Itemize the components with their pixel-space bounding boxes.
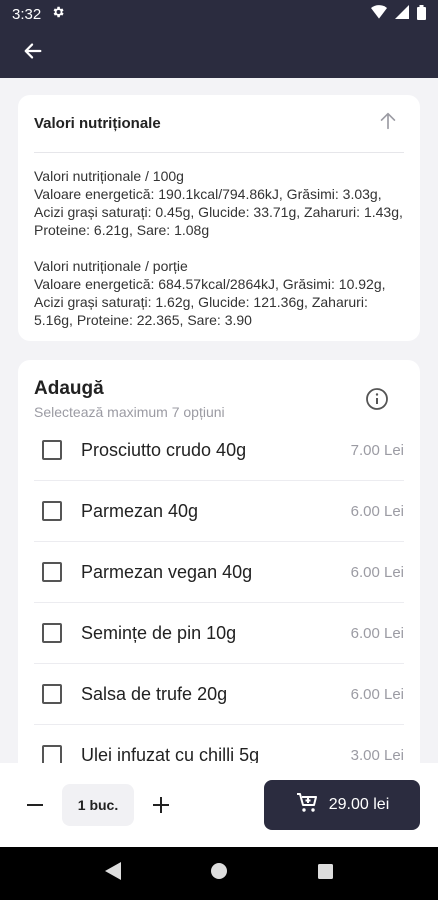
option-checkbox[interactable] — [42, 684, 62, 704]
quantity-value: 1 buc. — [62, 784, 134, 826]
option-label: Parmezan vegan 40g — [81, 561, 253, 582]
nav-recents-button[interactable] — [317, 863, 333, 884]
option-price: 6.00 Lei — [350, 563, 404, 581]
arrow-left-icon — [22, 40, 44, 67]
nutrition-card: Valori nutriționale Valori nutriționale … — [18, 95, 420, 341]
status-time: 3:32 — [12, 5, 42, 23]
info-button[interactable] — [364, 386, 390, 412]
option-label: Prosciutto crudo 40g — [81, 439, 247, 460]
option-checkbox[interactable] — [42, 501, 62, 521]
option-price: 7.00 Lei — [350, 441, 404, 459]
option-row[interactable]: Ulei infuzat cu chilli 5g 3.00 Lei — [34, 725, 404, 763]
back-button[interactable] — [18, 38, 48, 68]
option-checkbox[interactable] — [42, 440, 62, 460]
system-nav-bar — [0, 847, 438, 900]
nutrition-per-portion-title: Valori nutriționale / porție — [34, 258, 188, 274]
plus-icon — [152, 790, 170, 821]
scroll-content[interactable]: Valori nutriționale Valori nutriționale … — [0, 78, 438, 763]
option-price: 6.00 Lei — [350, 624, 404, 642]
wifi-icon — [371, 5, 387, 23]
nav-back-button[interactable] — [105, 862, 122, 885]
option-label: Salsa de trufe 20g — [81, 683, 228, 704]
cart-icon — [295, 791, 319, 820]
add-to-cart-button[interactable]: 29.00 lei — [264, 780, 420, 830]
nutrition-per-portion-text: Valoare energetică: 684.57kcal/2864kJ, G… — [34, 276, 386, 328]
info-icon — [364, 388, 390, 416]
cart-total: 29.00 lei — [328, 796, 390, 813]
option-row[interactable]: Parmezan 40g 6.00 Lei — [34, 481, 404, 542]
nutrition-header: Valori nutriționale — [34, 95, 404, 153]
option-price: 6.00 Lei — [350, 685, 404, 703]
add-options-title: Adaugă — [34, 378, 104, 399]
nav-home-button[interactable] — [211, 863, 228, 884]
nutrition-per-100g-title: Valori nutriționale / 100g — [34, 168, 184, 184]
option-label: Semințe de pin 10g — [81, 622, 237, 643]
bottom-bar: 1 buc. 29.00 lei — [0, 763, 438, 847]
nutrition-per-100g: Valori nutriționale / 100g Valoare energ… — [34, 167, 404, 239]
option-price: 3.00 Lei — [350, 746, 404, 764]
option-checkbox[interactable] — [42, 562, 62, 582]
option-row[interactable]: Parmezan vegan 40g 6.00 Lei — [34, 542, 404, 603]
option-label: Parmezan 40g — [81, 500, 199, 521]
arrow-up-icon — [377, 110, 399, 137]
minus-icon — [26, 790, 44, 821]
option-row[interactable]: Prosciutto crudo 40g 7.00 Lei — [34, 420, 404, 481]
option-row[interactable]: Semințe de pin 10g 6.00 Lei — [34, 603, 404, 664]
settings-icon — [51, 5, 65, 23]
add-options-header: Adaugă Selectează maximum 7 opțiuni — [34, 360, 404, 420]
option-price: 6.00 Lei — [350, 502, 404, 520]
nutrition-per-portion: Valori nutriționale / porție Valoare ene… — [34, 257, 404, 329]
collapse-button[interactable] — [372, 108, 404, 140]
battery-icon — [417, 4, 426, 24]
option-checkbox[interactable] — [42, 623, 62, 643]
increase-quantity-button[interactable] — [144, 788, 178, 822]
option-row[interactable]: Salsa de trufe 20g 6.00 Lei — [34, 664, 404, 725]
nutrition-per-100g-text: Valoare energetică: 190.1kcal/794.86kJ, … — [34, 186, 403, 238]
app-bar — [0, 28, 438, 78]
status-bar: 3:32 — [0, 0, 438, 28]
decrease-quantity-button[interactable] — [18, 788, 52, 822]
add-options-subtitle: Selectează maximum 7 opțiuni — [34, 404, 225, 420]
option-label: Ulei infuzat cu chilli 5g — [81, 744, 260, 764]
signal-icon — [395, 5, 409, 23]
option-checkbox[interactable] — [42, 745, 62, 763]
add-options-card: Adaugă Selectează maximum 7 opțiuni Pros… — [18, 360, 420, 763]
nutrition-title: Valori nutriționale — [34, 115, 161, 132]
